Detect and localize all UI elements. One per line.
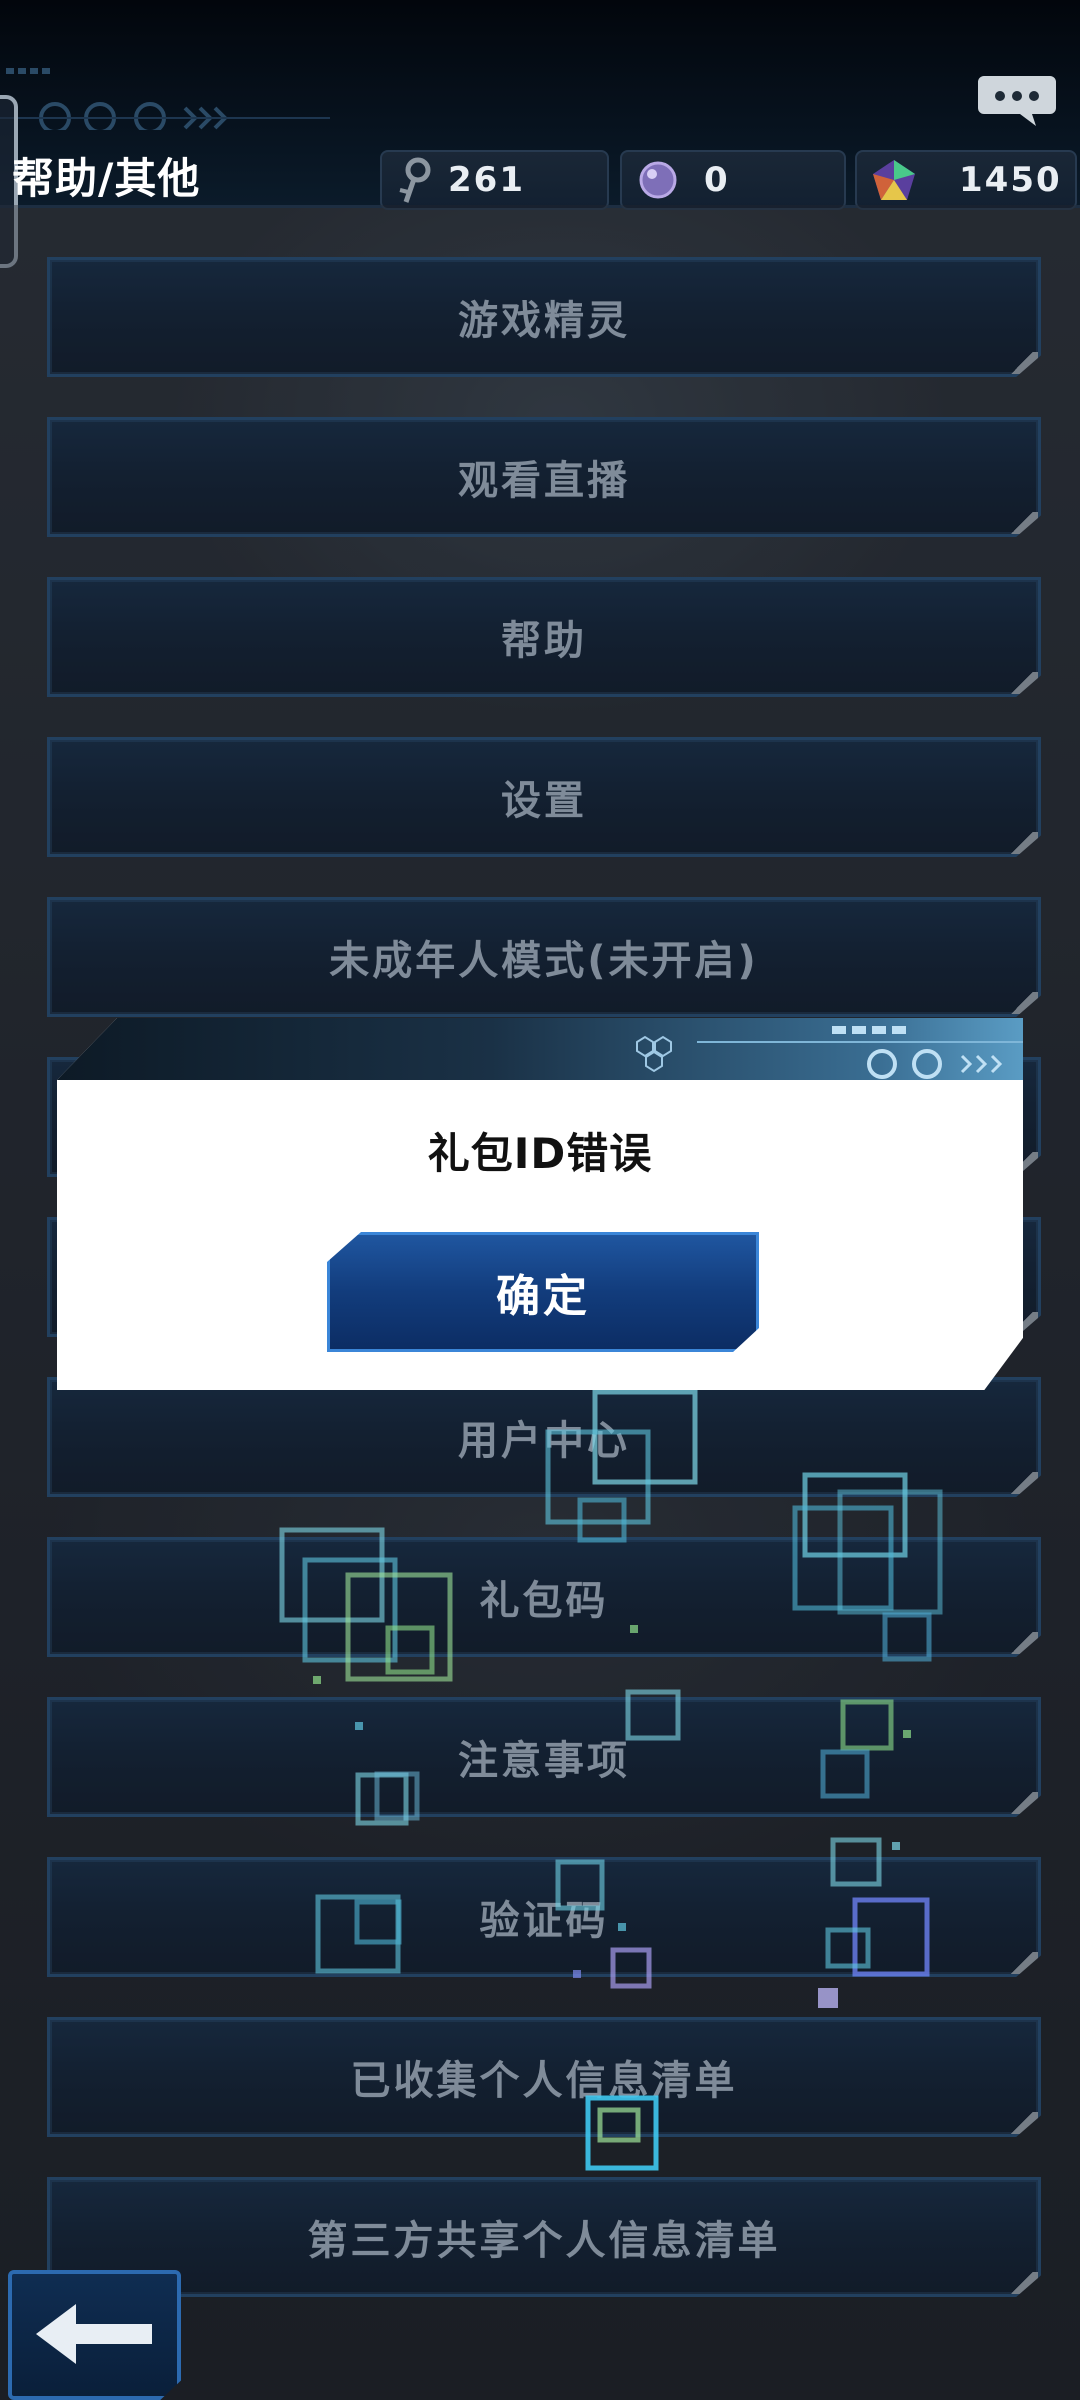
circuit-decoration [0, 68, 330, 130]
circuit-decoration [636, 1026, 1023, 1079]
menu-item-game-sprite[interactable]: 游戏精灵 [47, 257, 1041, 377]
top-bar: 帮助/其他 261 0 1450 [0, 0, 1080, 268]
menu-item-label: 观看直播 [458, 458, 630, 504]
menu-item-label: 帮助 [501, 618, 587, 664]
menu-item-minor-mode[interactable]: 未成年人模式(未开启) [47, 897, 1041, 1017]
menu-item-gift-code[interactable]: 礼包码 [47, 1537, 1041, 1657]
menu-item-verification-code[interactable]: 验证码 [47, 1857, 1041, 1977]
menu-item-label: 未成年人模式(未开启) [329, 938, 759, 984]
menu-item-label: 注意事项 [458, 1738, 630, 1784]
dialog-header-strip [57, 1018, 1023, 1080]
menu-item-label: 设置 [501, 778, 587, 824]
orb-count: 0 [704, 160, 730, 200]
menu-item-label: 已收集个人信息清单 [350, 2058, 738, 2104]
menu-item-collected-info-list[interactable]: 已收集个人信息清单 [47, 2017, 1041, 2137]
menu-item-label: 用户中心 [458, 1418, 630, 1464]
key-count: 261 [448, 160, 525, 200]
menu-item-label: 礼包码 [479, 1578, 609, 1624]
key-icon [399, 157, 431, 203]
menu-item-live-stream[interactable]: 观看直播 [47, 417, 1041, 537]
confirm-button[interactable]: 确定 [327, 1232, 759, 1352]
error-dialog: 礼包ID错误 确定 [57, 1018, 1023, 1390]
menu-item-help[interactable]: 帮助 [47, 577, 1041, 697]
menu-item-label: 第三方共享个人信息清单 [307, 2218, 781, 2264]
gem-count: 1450 [959, 160, 1062, 200]
menu-item-label: 游戏精灵 [458, 298, 630, 344]
currency-gem-counter: 1450 [855, 150, 1077, 210]
back-button[interactable] [8, 2270, 181, 2400]
orb-icon [639, 161, 677, 199]
currency-key-counter: 261 [380, 150, 609, 210]
menu-item-notices[interactable]: 注意事项 [47, 1697, 1041, 1817]
arrow-left-icon [36, 2304, 152, 2364]
menu-item-settings[interactable]: 设置 [47, 737, 1041, 857]
currency-orb-counter: 0 [620, 150, 846, 210]
menu-item-label: 验证码 [479, 1898, 609, 1944]
menu-item-third-party-info-list[interactable]: 第三方共享个人信息清单 [47, 2177, 1041, 2297]
chat-icon[interactable] [978, 72, 1056, 128]
gem-icon [873, 160, 915, 200]
menu-item-user-center[interactable]: 用户中心 [47, 1377, 1041, 1497]
dialog-message: 礼包ID错误 [427, 1129, 653, 1178]
page-title: 帮助/其他 [12, 154, 201, 203]
